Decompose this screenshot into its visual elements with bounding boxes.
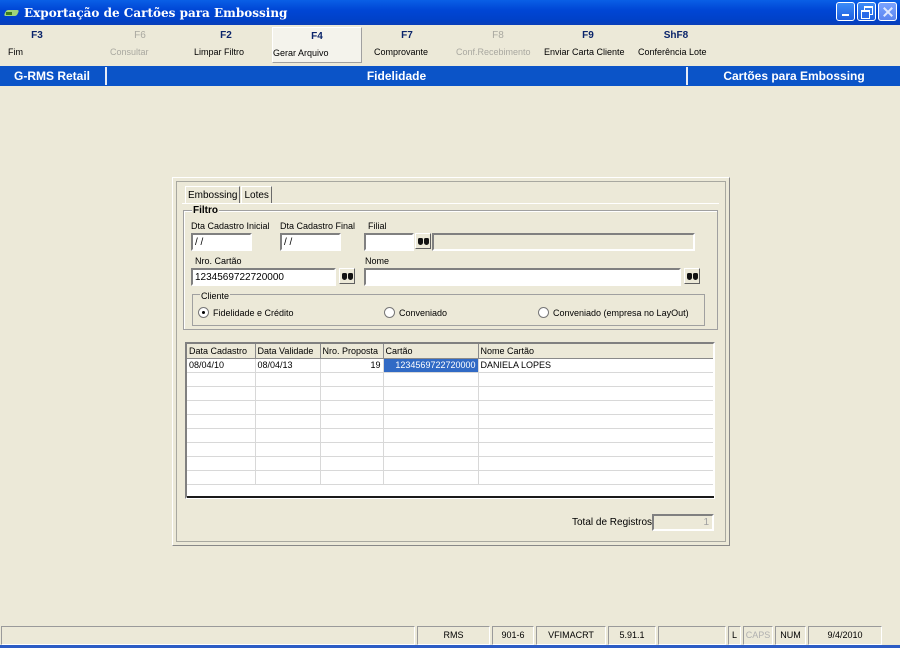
radio-dot — [538, 307, 549, 318]
nro-cartao-label: Nro. Cartão — [195, 256, 242, 266]
filial-search-binoculars-icon[interactable] — [415, 233, 431, 249]
cell-data-validade[interactable]: 08/04/13 — [255, 358, 321, 373]
restore-button[interactable] — [857, 2, 876, 21]
dta-inicial-input[interactable]: / / — [191, 233, 252, 251]
empty-row — [187, 442, 713, 457]
status-code: 901-6 — [492, 626, 534, 645]
tab-divider — [182, 203, 719, 204]
status-system: RMS — [417, 626, 490, 645]
header-left: G-RMS Retail — [13, 69, 90, 83]
cell-nro-proposta[interactable]: 19 — [320, 358, 384, 373]
fkey-code: F3 — [31, 30, 43, 41]
filial-description-field — [432, 233, 695, 251]
nome-search-binoculars-icon[interactable] — [684, 268, 700, 284]
radio-conveniado[interactable]: Conveniado — [384, 307, 447, 318]
status-message — [1, 626, 415, 645]
close-button[interactable] — [878, 2, 897, 21]
f3-fim-button[interactable]: F3 Fim — [8, 27, 66, 63]
fkey-code: F8 — [492, 30, 504, 41]
fkey-code: F2 — [220, 30, 232, 41]
status-num-indicator: NUM — [775, 626, 806, 645]
window-title: Exportação de Cartões para Embossing — [24, 5, 288, 20]
header-center: Fidelidade — [366, 69, 427, 83]
f4-gerar-arquivo-button[interactable]: F4 Gerar Arquivo — [272, 27, 362, 63]
dta-final-label: Dta Cadastro Final — [280, 221, 356, 231]
radio-label: Conveniado — [399, 307, 448, 318]
status-version: 5.91.1 — [608, 626, 656, 645]
radio-dot — [198, 307, 209, 318]
grid-bottom-border — [187, 496, 714, 498]
f8-conf-recebimento-button[interactable]: F8 Conf.Recebimento — [456, 27, 540, 63]
status-caps-indicator: CAPS — [743, 626, 773, 645]
fkey-label: Comprovante — [374, 47, 429, 57]
fkey-code: F9 — [582, 30, 594, 41]
empty-row — [187, 470, 713, 485]
minimize-button[interactable] — [836, 2, 855, 21]
tab-embossing[interactable]: Embossing — [185, 186, 241, 204]
cell-data-cadastro[interactable]: 08/04/10 — [187, 358, 256, 373]
cell-cartao[interactable]: 1234569722720000 — [383, 358, 479, 373]
f9-enviar-carta-button[interactable]: F9 Enviar Carta Cliente — [544, 27, 632, 63]
empty-row — [187, 386, 713, 401]
dta-inicial-label: Dta Cadastro Inicial — [191, 221, 270, 231]
fkey-code: F4 — [311, 31, 323, 42]
fkey-code: F6 — [134, 30, 146, 41]
col-header-nro-proposta[interactable]: Nro. Proposta — [320, 344, 384, 359]
tab-lotes[interactable]: Lotes — [241, 186, 272, 204]
total-registros-value: 1 — [652, 514, 714, 531]
fkey-label: Conf.Recebimento — [456, 47, 531, 57]
fkey-code: F7 — [401, 30, 413, 41]
header-right: Cartões para Embossing — [723, 69, 865, 83]
col-header-cartao[interactable]: Cartão — [383, 344, 479, 359]
results-grid: Data Cadastro Data Validade Nro. Propost… — [185, 342, 715, 499]
status-date: 9/4/2010 — [808, 626, 882, 645]
fkey-label: Enviar Carta Cliente — [544, 47, 625, 57]
cliente-legend: Cliente — [200, 291, 231, 301]
status-empty — [658, 626, 726, 645]
empty-row — [187, 400, 713, 415]
shf8-conferencia-lote-button[interactable]: ShF8 Conferência Lote — [638, 27, 714, 63]
filtro-legend: Filtro — [192, 205, 219, 216]
radio-label: Conveniado (empresa no LayOut) — [553, 307, 689, 318]
empty-row — [187, 414, 713, 429]
grid-header-row: Data Cadastro Data Validade Nro. Propost… — [187, 344, 713, 359]
f6-consultar-button[interactable]: F6 Consultar — [110, 27, 170, 63]
fkey-label: Limpar Filtro — [194, 47, 245, 57]
fkey-code: ShF8 — [663, 30, 689, 41]
empty-row — [187, 428, 713, 443]
total-registros-label: Total de Registros: — [572, 517, 655, 528]
fkey-label: Conferência Lote — [638, 47, 707, 57]
nome-input[interactable] — [364, 268, 681, 286]
radio-label: Fidelidade e Crédito — [213, 307, 294, 318]
radio-dot — [384, 307, 395, 318]
nome-label: Nome — [365, 256, 390, 266]
tab-strip: Embossing Lotes — [185, 186, 273, 204]
empty-row — [187, 372, 713, 387]
nro-cartao-input[interactable]: 1234569722720000 — [191, 268, 336, 286]
app-icon — [4, 5, 20, 21]
f2-limpar-filtro-button[interactable]: F2 Limpar Filtro — [194, 27, 258, 63]
radio-fidelidade-credito[interactable]: Fidelidade e Crédito — [198, 307, 294, 318]
f7-comprovante-button[interactable]: F7 Comprovante — [374, 27, 440, 63]
cartao-search-binoculars-icon[interactable] — [339, 268, 355, 284]
title-bar: Exportação de Cartões para Embossing — [0, 0, 900, 25]
dta-final-input[interactable]: / / — [280, 233, 341, 251]
col-header-data-cadastro[interactable]: Data Cadastro — [187, 344, 256, 359]
fkey-label: Gerar Arquivo — [273, 48, 329, 58]
empty-row — [187, 456, 713, 471]
function-key-toolbar: F3 Fim F6 Consultar F2 Limpar Filtro F4 … — [0, 25, 900, 65]
fkey-label: Consultar — [110, 47, 149, 57]
col-header-nome-cartao[interactable]: Nome Cartão — [478, 344, 713, 359]
filial-input[interactable] — [364, 233, 414, 251]
module-header: G-RMS Retail Fidelidade Cartões para Emb… — [0, 66, 900, 86]
radio-conveniado-empresa[interactable]: Conveniado (empresa no LayOut) — [538, 307, 689, 318]
table-row[interactable]: 08/04/10 08/04/13 19 1234569722720000 DA… — [187, 358, 713, 373]
cell-nome-cartao[interactable]: DANIELA LOPES — [478, 358, 713, 373]
col-header-data-validade[interactable]: Data Validade — [255, 344, 321, 359]
status-l-indicator: L — [728, 626, 741, 645]
fkey-label: Fim — [8, 47, 23, 57]
filial-label: Filial — [368, 221, 387, 231]
status-program: VFIMACRT — [536, 626, 606, 645]
